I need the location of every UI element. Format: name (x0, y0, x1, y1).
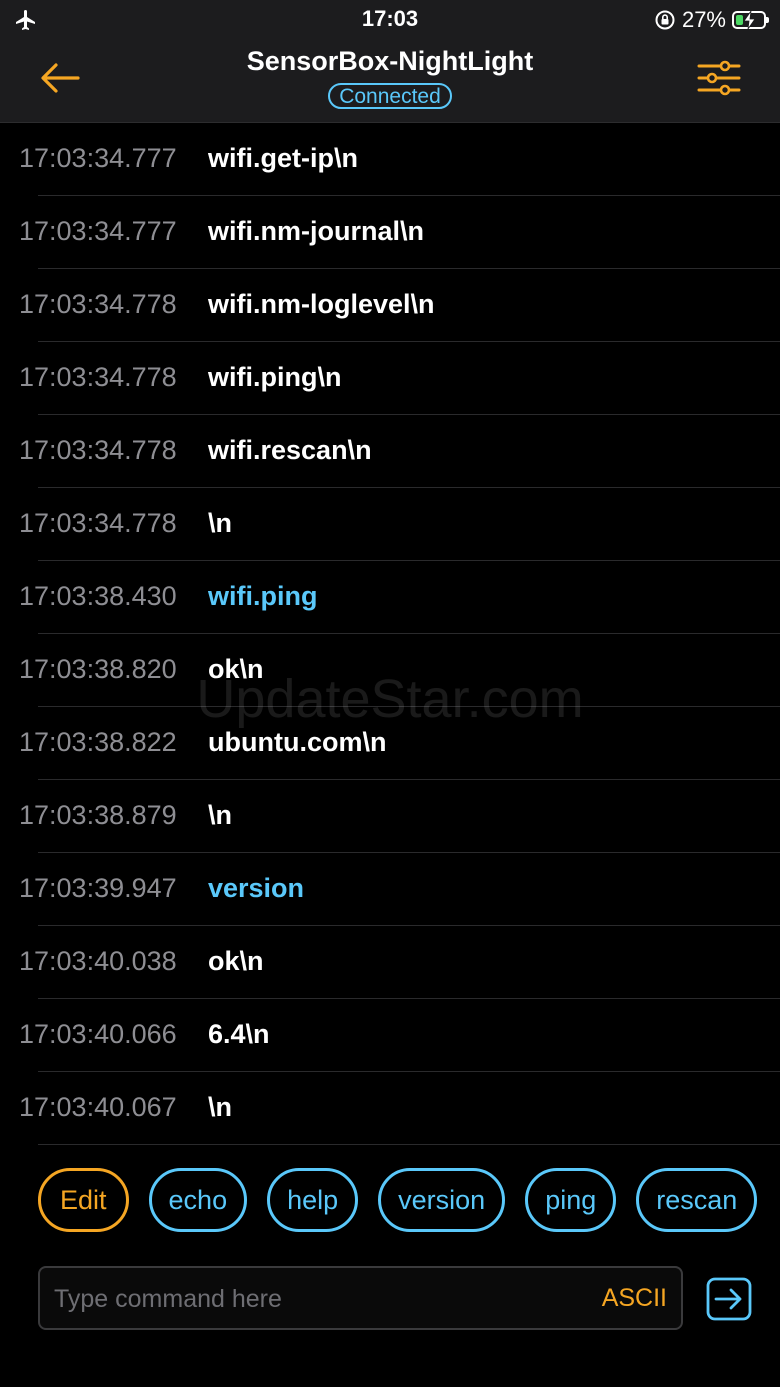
log-row: 17:03:38.822 ubuntu.com\n (19, 707, 780, 780)
log-timestamp: 17:03:34.778 (19, 362, 177, 392)
log-timestamp: 17:03:38.822 (19, 727, 177, 757)
log-row: 17:03:40.066 6.4\n (19, 999, 780, 1072)
battery-icon (732, 11, 769, 29)
send-arrow-icon[interactable] (706, 1277, 752, 1321)
connection-status-badge: Connected (328, 83, 452, 109)
battery-percent: 27% (681, 7, 726, 32)
log-message-received: wifi.nm-loglevel\n (208, 289, 435, 319)
log-timestamp: 17:03:34.778 (19, 508, 177, 538)
status-right: 27% (654, 6, 769, 34)
log-list[interactable]: 17:03:34.777 wifi.get-ip\n 17:03:34.777 wif… (0, 123, 780, 1145)
log-message-sent: version (208, 873, 305, 903)
log-row: 17:03:40.067 \n (19, 1072, 780, 1145)
quick-command-bar: Edit echo help version ping rescan (38, 1168, 758, 1234)
nav-bar: SensorBox-NightLight Connected (0, 40, 780, 123)
page-title: SensorBox-NightLight (246, 46, 534, 76)
log-message-received: \n (208, 800, 232, 830)
log-row: 17:03:38.820 ok\n (19, 634, 780, 707)
log-row: 17:03:34.778 wifi.ping\n (19, 342, 780, 415)
ascii-mode-toggle[interactable]: ASCII (602, 1284, 667, 1313)
log-row: 17:03:34.778 wifi.nm-loglevel\n (19, 269, 780, 342)
log-row: 17:03:34.778 \n (19, 488, 780, 561)
log-row: 17:03:38.879 \n (19, 780, 780, 853)
log-row: 17:03:34.777 wifi.nm-journal\n (19, 196, 780, 269)
command-chip-echo[interactable]: echo (148, 1168, 248, 1232)
command-input[interactable] (52, 1268, 586, 1330)
log-timestamp: 17:03:39.947 (19, 873, 177, 903)
log-timestamp: 17:03:38.820 (19, 654, 177, 684)
command-chip-ping[interactable]: ping (525, 1168, 617, 1232)
log-message-received: \n (208, 1092, 232, 1122)
log-message-received: wifi.rescan\n (208, 435, 372, 465)
log-message-received: wifi.ping\n (208, 362, 342, 392)
log-message-received: ok\n (208, 654, 264, 684)
log-message-received: ubuntu.com\n (208, 727, 387, 757)
log-message-received: wifi.get-ip\n (208, 143, 358, 173)
log-timestamp: 17:03:40.067 (19, 1092, 177, 1122)
log-row: 17:03:39.947 version (19, 853, 780, 926)
command-chip-rescan[interactable]: rescan (636, 1168, 758, 1232)
command-input-box: ASCII (38, 1266, 683, 1330)
log-message-received: ok\n (208, 946, 264, 976)
sliders-icon[interactable] (696, 58, 742, 98)
log-row: 17:03:40.038 ok\n (19, 926, 780, 999)
log-message-received: 6.4\n (208, 1019, 270, 1049)
status-bar: 17:03 27% (0, 0, 780, 40)
log-timestamp: 17:03:34.778 (19, 435, 177, 465)
log-row: 17:03:34.778 wifi.rescan\n (19, 415, 780, 488)
log-message-received: \n (208, 508, 232, 538)
log-timestamp: 17:03:38.430 (19, 581, 177, 611)
log-timestamp: 17:03:34.778 (19, 289, 177, 319)
edit-chip-button[interactable]: Edit (38, 1168, 129, 1232)
log-row: 17:03:34.777 wifi.get-ip\n (19, 123, 780, 196)
command-chip-help[interactable]: help (267, 1168, 359, 1232)
log-row: 17:03:38.430 wifi.ping (19, 561, 780, 634)
orientation-lock-icon (655, 10, 675, 30)
log-timestamp: 17:03:34.777 (19, 143, 177, 173)
log-timestamp: 17:03:40.038 (19, 946, 177, 976)
log-message-received: wifi.nm-journal\n (208, 216, 424, 246)
log-timestamp: 17:03:40.066 (19, 1019, 177, 1049)
log-timestamp: 17:03:38.879 (19, 800, 177, 830)
command-chip-version[interactable]: version (378, 1168, 506, 1232)
log-timestamp: 17:03:34.777 (19, 216, 177, 246)
log-message-sent: wifi.ping (208, 581, 318, 611)
